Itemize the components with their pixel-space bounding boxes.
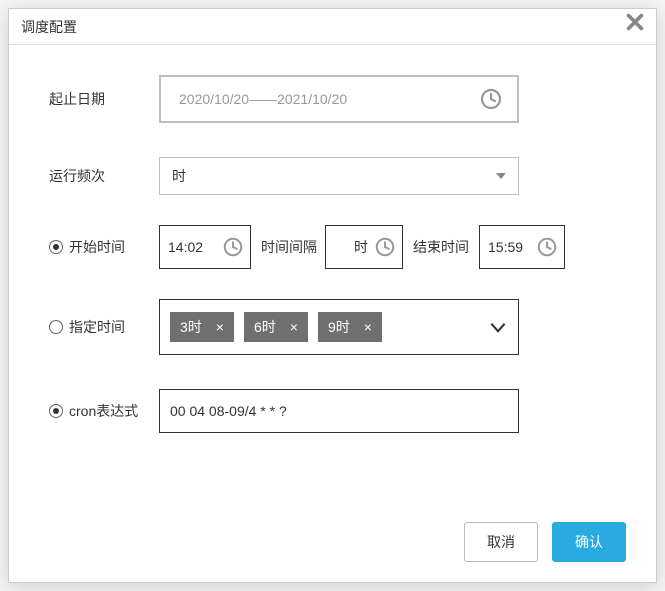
row-frequency: 运行频次 时	[49, 157, 616, 195]
date-range-label-text: 起止日期	[49, 89, 105, 109]
time-mode-radio-label: 开始时间	[49, 237, 159, 257]
confirm-button[interactable]: 确认	[552, 522, 626, 562]
interval-unit: 时	[354, 237, 368, 257]
tag-item: 3时 ×	[170, 312, 234, 342]
chevron-down-icon	[488, 317, 508, 337]
frequency-label: 运行频次	[49, 166, 159, 186]
frequency-label-text: 运行频次	[49, 166, 105, 186]
radio-cron[interactable]	[49, 404, 63, 418]
frequency-value: 时	[172, 166, 186, 186]
start-time-label-text: 开始时间	[69, 237, 125, 257]
start-time-value: 14:02	[168, 239, 203, 255]
clock-icon	[536, 236, 558, 258]
end-time-label: 结束时间	[413, 237, 469, 257]
tag-item: 6时 ×	[244, 312, 308, 342]
interval-block: 时间间隔 时	[261, 225, 403, 269]
modal-header: 调度配置	[9, 9, 656, 45]
schedule-config-modal: 调度配置 起止日期 2020/10/20——2021/10/20	[8, 8, 657, 583]
fixed-time-label-text: 指定时间	[69, 317, 125, 337]
row-time-mode: 开始时间 14:02 时间间隔 时	[49, 225, 616, 269]
modal-footer: 取消 确认	[464, 522, 626, 562]
radio-fixed-time[interactable]	[49, 320, 63, 334]
frequency-select[interactable]: 时	[159, 157, 519, 195]
end-time-value: 15:59	[488, 239, 523, 255]
radio-start-time[interactable]	[49, 240, 63, 254]
confirm-label: 确认	[575, 532, 603, 552]
row-date-range: 起止日期 2020/10/20——2021/10/20	[49, 75, 616, 123]
caret-down-icon	[496, 173, 506, 179]
modal-title: 调度配置	[21, 17, 77, 37]
date-range-placeholder: 2020/10/20——2021/10/20	[179, 91, 347, 107]
cron-label-text: cron表达式	[69, 401, 138, 421]
clock-icon	[374, 236, 396, 258]
date-range-label: 起止日期	[49, 89, 159, 109]
tag-remove[interactable]: ×	[216, 319, 224, 335]
close-button[interactable]	[624, 11, 646, 33]
date-range-input[interactable]: 2020/10/20——2021/10/20	[159, 75, 519, 123]
interval-input[interactable]: 时	[325, 225, 403, 269]
close-icon	[624, 11, 646, 33]
clock-icon	[222, 236, 244, 258]
modal-body: 起止日期 2020/10/20——2021/10/20 运行频次 时	[9, 45, 656, 483]
interval-label: 时间间隔	[261, 237, 317, 257]
start-time-input[interactable]: 14:02	[159, 225, 251, 269]
cancel-label: 取消	[487, 532, 515, 552]
row-fixed-mode: 指定时间 3时 × 6时 × 9时	[49, 299, 616, 355]
end-time-input[interactable]: 15:59	[479, 225, 565, 269]
row-cron-mode: cron表达式	[49, 389, 616, 433]
tag-remove[interactable]: ×	[364, 319, 372, 335]
fixed-mode-radio-label: 指定时间	[49, 317, 159, 337]
tag-label: 9时	[328, 317, 350, 337]
clock-icon	[479, 87, 503, 111]
cron-mode-radio-label: cron表达式	[49, 401, 159, 421]
tag-label: 3时	[180, 317, 202, 337]
tag-item: 9时 ×	[318, 312, 382, 342]
tags-wrap: 3时 × 6时 × 9时 ×	[170, 312, 478, 342]
fixed-time-select[interactable]: 3时 × 6时 × 9时 ×	[159, 299, 519, 355]
cancel-button[interactable]: 取消	[464, 522, 538, 562]
tag-label: 6时	[254, 317, 276, 337]
tag-remove[interactable]: ×	[290, 319, 298, 335]
cron-input[interactable]	[159, 389, 519, 433]
